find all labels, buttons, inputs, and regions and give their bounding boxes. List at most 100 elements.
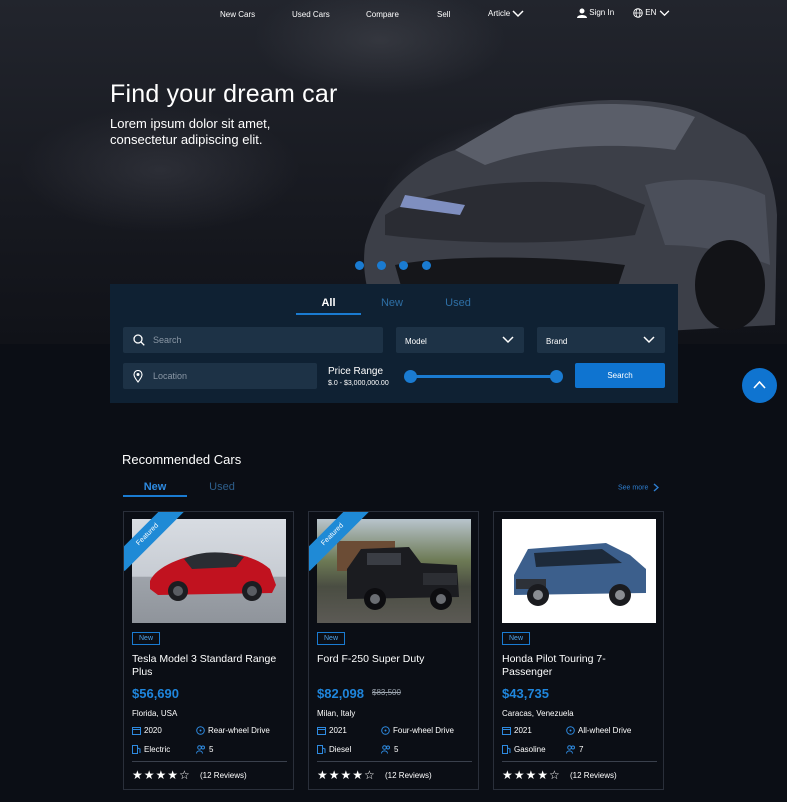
sign-in-label: Sign In: [589, 8, 615, 18]
car-card[interactable]: Featured New Ford F-250 Super Duty $82,0…: [308, 511, 479, 790]
car-name[interactable]: Ford F-250 Super Duty: [317, 653, 472, 666]
car-card[interactable]: Featured New Tesla Model 3 Standard Rang…: [123, 511, 294, 790]
hero-subtitle: Lorem ipsum dolor sit amet, consectetur …: [110, 116, 271, 147]
recommended-tab-indicator: [123, 495, 187, 497]
language-selector[interactable]: EN: [633, 8, 670, 18]
nav-sell[interactable]: Sell: [437, 10, 450, 19]
car-seats-value: 5: [394, 745, 399, 754]
search-icon: [133, 334, 145, 346]
see-more-link[interactable]: See more: [618, 483, 660, 492]
car-year: 2020: [132, 726, 162, 736]
honda-suv-illustration: [514, 543, 646, 606]
review-count[interactable]: (12 Reviews): [200, 771, 247, 780]
chevron-up-icon: [753, 380, 766, 389]
car-seats-value: 5: [209, 745, 214, 754]
location-placeholder: Location: [153, 371, 188, 381]
nav-article-label: Article: [488, 9, 511, 18]
condition-badge: New: [132, 632, 161, 645]
see-more-label: See more: [618, 484, 649, 492]
nav-article[interactable]: Article: [488, 9, 524, 18]
search-input[interactable]: Search: [123, 327, 383, 353]
brand-select-label: Brand: [546, 337, 568, 346]
car-year-value: 2021: [514, 726, 532, 735]
calendar-icon: [317, 727, 326, 736]
carousel-dot[interactable]: [377, 261, 386, 270]
search-tab-all[interactable]: All: [296, 297, 361, 309]
car-location: Caracas, Venezuela: [502, 709, 574, 718]
car-seats: 5: [381, 745, 398, 754]
chevron-down-icon: [643, 336, 655, 344]
calendar-icon: [132, 727, 141, 736]
condition-badge: New: [317, 632, 346, 645]
calendar-icon: [502, 727, 511, 736]
carousel-dot[interactable]: [399, 261, 408, 270]
car-location: Milan, Italy: [317, 709, 356, 718]
car-fuel: Diesel: [317, 745, 352, 755]
rating-stars: ★★★★☆: [502, 768, 561, 782]
recommended-tab-new[interactable]: New: [123, 481, 187, 493]
price-slider-track[interactable]: [410, 375, 556, 378]
rating-stars: ★★★★☆: [132, 768, 191, 782]
nav-new-cars[interactable]: New Cars: [220, 10, 255, 19]
car-fuel-value: Diesel: [329, 745, 352, 754]
car-drive-value: Rear-wheel Drive: [208, 726, 270, 735]
car-image: [502, 519, 656, 623]
car-year: 2021: [317, 726, 347, 736]
car-price: $43,735: [502, 686, 549, 701]
review-count[interactable]: (12 Reviews): [385, 771, 432, 780]
car-old-price: $83,500: [372, 688, 401, 697]
car-name[interactable]: Tesla Model 3 Standard Range Plus: [132, 653, 287, 679]
search-panel: All New Used Search Model Brand Location…: [110, 284, 678, 403]
sign-in-link[interactable]: Sign In: [577, 8, 614, 18]
nav-used-cars[interactable]: Used Cars: [292, 10, 330, 19]
search-tab-used[interactable]: Used: [438, 297, 478, 309]
car-fuel-value: Electric: [144, 745, 171, 754]
brand-select[interactable]: Brand: [537, 327, 665, 353]
price-range-label: Price Range: [328, 366, 384, 377]
car-seats-value: 7: [579, 745, 584, 754]
price-slider-fill: [410, 375, 556, 378]
card-divider: [502, 761, 657, 762]
car-card[interactable]: New Honda Pilot Touring 7-Passenger $43,…: [493, 511, 664, 790]
car-seats: 7: [566, 745, 583, 754]
car-drive: Rear-wheel Drive: [196, 726, 270, 736]
active-tab-indicator: [296, 313, 361, 315]
price-slider-max-handle[interactable]: [549, 370, 563, 383]
location-input[interactable]: Location: [123, 363, 317, 389]
model-select-label: Model: [405, 337, 427, 346]
hero-title: Find your dream car: [110, 80, 338, 108]
fuel-icon: [317, 745, 326, 755]
car-drive-value: All-wheel Drive: [578, 726, 632, 735]
steering-wheel-icon: [566, 726, 575, 736]
car-fuel-value: Gasoline: [514, 745, 546, 754]
car-drive: Four-wheel Drive: [381, 726, 454, 736]
car-seats: 5: [196, 745, 213, 754]
car-year-value: 2020: [144, 726, 162, 735]
carousel-dot[interactable]: [422, 261, 431, 270]
rating-stars: ★★★★☆: [317, 768, 376, 782]
people-icon: [196, 745, 205, 754]
search-placeholder: Search: [153, 335, 182, 345]
search-button[interactable]: Search: [575, 363, 665, 388]
price-range-value: $.0 - $3,000,000.00: [328, 380, 389, 387]
chevron-down-icon: [659, 9, 669, 16]
model-select[interactable]: Model: [396, 327, 524, 353]
search-tab-new[interactable]: New: [372, 297, 412, 309]
price-slider-min-handle[interactable]: [403, 370, 417, 383]
review-count[interactable]: (12 Reviews): [570, 771, 617, 780]
fuel-icon: [502, 745, 511, 755]
scroll-to-top-button[interactable]: [742, 368, 777, 403]
recommended-tab-used[interactable]: Used: [200, 481, 244, 493]
chevron-down-icon: [502, 336, 514, 344]
car-fuel: Gasoline: [502, 745, 546, 755]
car-drive-value: Four-wheel Drive: [393, 726, 454, 735]
chevron-right-icon: [653, 483, 660, 492]
user-icon: [577, 8, 587, 18]
card-divider: [317, 761, 472, 762]
people-icon: [381, 745, 390, 754]
language-label: EN: [645, 8, 657, 18]
car-price: $56,690: [132, 686, 179, 701]
carousel-dot[interactable]: [355, 261, 364, 270]
car-name[interactable]: Honda Pilot Touring 7-Passenger: [502, 653, 617, 679]
nav-compare[interactable]: Compare: [366, 10, 399, 19]
